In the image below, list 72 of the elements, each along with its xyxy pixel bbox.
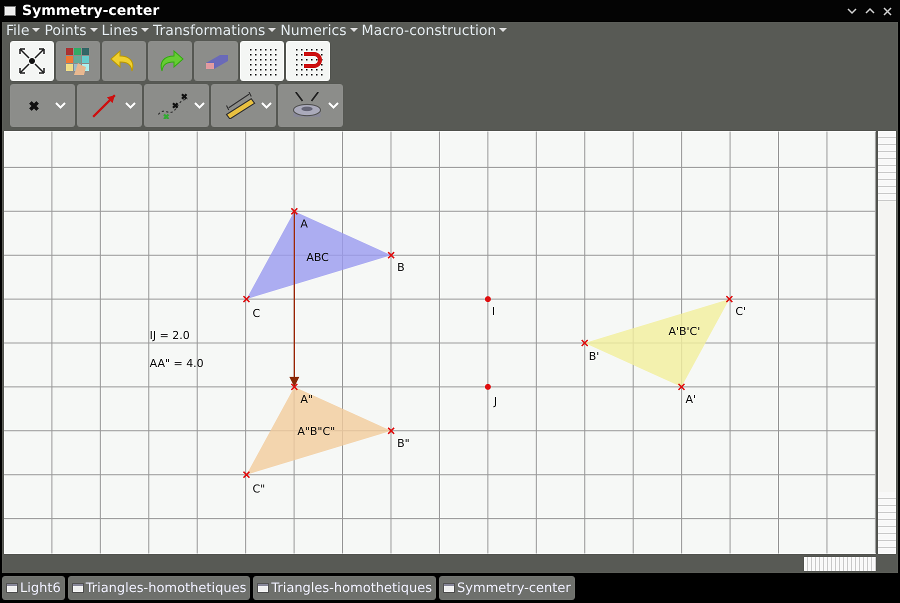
palette-button[interactable] xyxy=(56,41,100,81)
menu-item[interactable]: Numerics xyxy=(280,22,358,38)
point-marker[interactable] xyxy=(484,384,491,390)
caret-icon xyxy=(499,28,508,33)
caret-icon xyxy=(140,28,149,33)
point-label: A xyxy=(300,217,308,230)
point-marker[interactable] xyxy=(387,427,395,435)
chevron-down-icon xyxy=(124,102,136,109)
point-label: C' xyxy=(735,305,746,318)
ruler-tool-button[interactable] xyxy=(211,84,276,127)
window-icon xyxy=(72,583,84,593)
point-marker[interactable] xyxy=(726,295,734,303)
caret-icon xyxy=(90,28,98,33)
point-label: J xyxy=(494,394,498,408)
measure-text: IJ = 2.0 xyxy=(150,329,190,342)
caret-icon xyxy=(350,28,358,33)
vector-arrow-icon xyxy=(92,94,116,118)
magnet-button[interactable] xyxy=(286,41,330,81)
minimize-icon[interactable] xyxy=(847,7,857,15)
point-marker[interactable] xyxy=(387,251,395,259)
ruler-icon xyxy=(224,92,256,119)
point-label: C xyxy=(252,307,260,320)
triangle-label: A"B"C" xyxy=(297,424,336,438)
geometry-canvas[interactable]: ABC A"B"C" A'B'C' A B C I C' B' A" J A' B" C" IJ = 2.0 AA" = 4.0 xyxy=(4,131,876,554)
vertical-scrollbar[interactable] xyxy=(878,131,896,554)
window-icon xyxy=(4,6,16,16)
point-label: B' xyxy=(588,350,600,363)
close-icon[interactable] xyxy=(883,6,892,16)
window-title: Symmetry-center xyxy=(22,3,160,19)
chevron-down-icon xyxy=(328,102,338,109)
point-label: B" xyxy=(397,436,410,450)
taskbar-item[interactable]: Light6 xyxy=(2,576,65,600)
point-label: A' xyxy=(685,392,696,406)
point-marker[interactable] xyxy=(484,296,491,302)
point-label: B xyxy=(397,261,405,274)
window-icon xyxy=(6,583,18,593)
point-marker[interactable] xyxy=(290,208,298,216)
caret-icon xyxy=(268,28,276,33)
chevron-down-icon xyxy=(194,102,204,109)
chevron-down-icon xyxy=(260,102,272,109)
window-icon xyxy=(257,583,270,593)
menu-item[interactable]: Transformations xyxy=(152,22,276,38)
curve-points-icon xyxy=(156,92,188,119)
measure-text: AA" = 4.0 xyxy=(150,356,204,370)
chevron-down-icon xyxy=(54,102,66,109)
taskbar-item[interactable]: Symmetry-center xyxy=(439,576,575,600)
vector-arrow[interactable] xyxy=(289,211,300,387)
curve-tool-button[interactable] xyxy=(144,84,209,127)
point-marker[interactable] xyxy=(290,383,298,391)
menu-item[interactable]: Points xyxy=(44,22,98,38)
triangle-label: ABC xyxy=(306,251,329,264)
point-marker[interactable] xyxy=(580,339,588,347)
point-label: A" xyxy=(300,392,313,406)
menu-item[interactable]: Macro-construction xyxy=(362,22,508,38)
menu-item[interactable]: File xyxy=(6,22,40,38)
taskbar-item[interactable]: Triangles-homothetiques xyxy=(253,576,436,600)
gear-icon xyxy=(290,92,322,119)
point-icon xyxy=(28,100,40,112)
menu-item[interactable]: Lines xyxy=(102,22,149,38)
move-button[interactable] xyxy=(10,41,54,81)
triangle-label: A'B'C' xyxy=(668,325,700,338)
point-label: C" xyxy=(252,482,266,496)
taskbar-item[interactable]: Triangles-homothetiques xyxy=(68,576,250,600)
point-marker[interactable] xyxy=(242,295,250,303)
point-marker[interactable] xyxy=(678,383,686,391)
maximize-icon[interactable] xyxy=(865,7,875,15)
point-marker[interactable] xyxy=(242,470,250,478)
window-icon xyxy=(443,583,455,593)
caret-icon xyxy=(32,28,40,33)
grid-button[interactable] xyxy=(240,41,284,81)
triangle[interactable] xyxy=(584,299,730,387)
point-label: I xyxy=(492,305,496,318)
